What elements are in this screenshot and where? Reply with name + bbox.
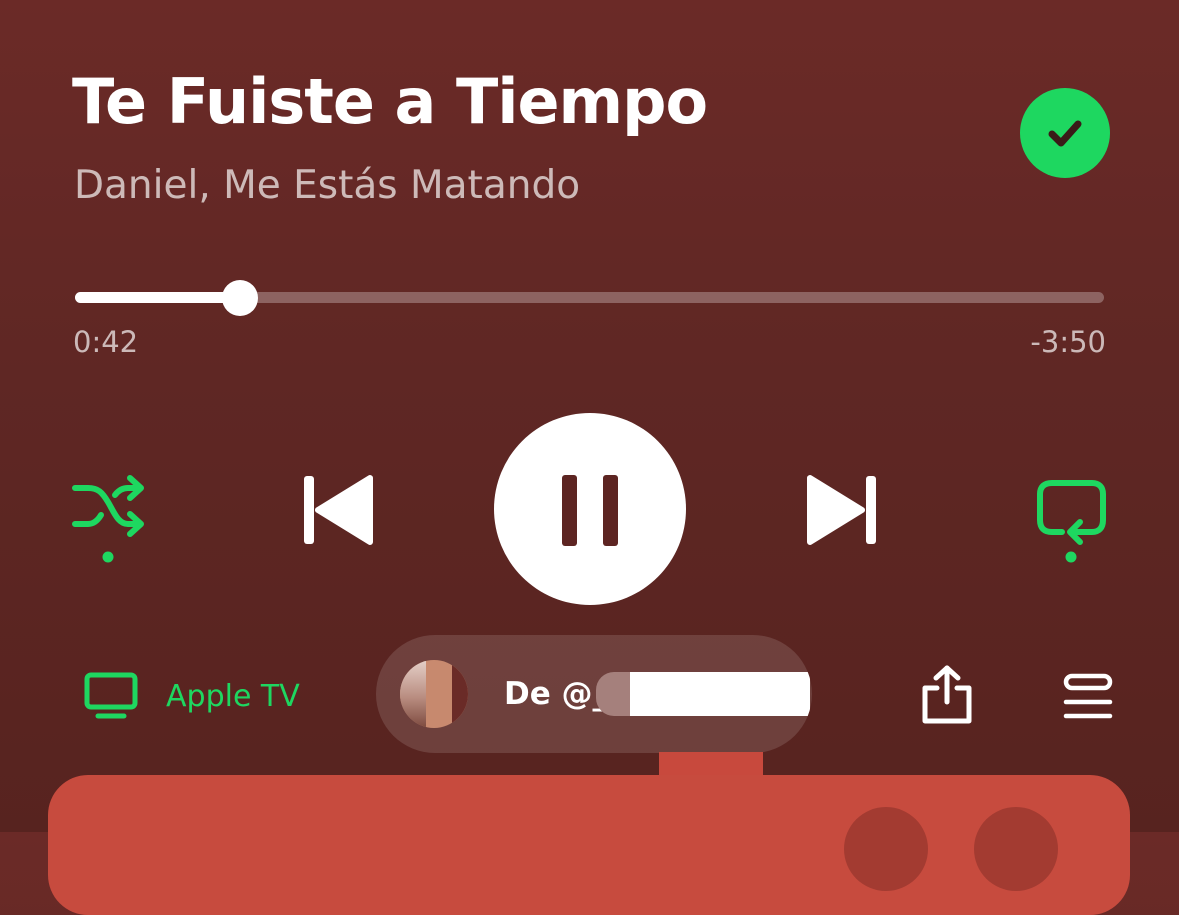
shuffle-button[interactable]	[58, 470, 158, 570]
track-title[interactable]: Te Fuiste a Tiempo	[72, 62, 708, 142]
share-button[interactable]	[918, 664, 976, 726]
remaining-time: -3:50	[1030, 325, 1106, 359]
previous-track-button[interactable]	[288, 466, 388, 556]
check-icon	[1048, 120, 1082, 147]
queue-icon	[1063, 673, 1113, 719]
lyrics-card[interactable]	[48, 775, 1130, 915]
shared-by-text: De @_	[504, 676, 609, 712]
pause-icon	[494, 413, 686, 605]
card-button-left[interactable]	[844, 807, 928, 891]
skip-next-icon	[807, 475, 876, 545]
shuffle-active-dot	[102, 551, 114, 563]
tv-icon	[84, 672, 138, 719]
repeat-button[interactable]	[1022, 470, 1122, 570]
track-artist[interactable]: Daniel, Me Estás Matando	[74, 160, 580, 212]
pause-button[interactable]	[494, 413, 686, 605]
next-track-button[interactable]	[792, 466, 892, 556]
card-button-right[interactable]	[974, 807, 1058, 891]
share-icon	[922, 665, 972, 724]
shared-by-pill[interactable]: De @_	[376, 635, 812, 753]
redacted-username	[596, 672, 810, 716]
queue-button[interactable]	[1062, 672, 1114, 722]
device-label: Apple TV	[166, 678, 300, 714]
repeat-icon	[1037, 480, 1106, 563]
skip-previous-icon	[304, 475, 373, 545]
progress-handle[interactable]	[221, 279, 258, 316]
avatar	[400, 660, 468, 728]
connect-device-button[interactable]: Apple TV	[84, 666, 300, 726]
elapsed-time: 0:42	[73, 325, 139, 359]
progress-bar[interactable]	[75, 279, 1104, 316]
shuffle-icon	[72, 475, 144, 563]
added-to-library-button[interactable]	[1020, 88, 1110, 178]
progress-fill	[75, 292, 240, 303]
repeat-active-dot	[1065, 551, 1077, 563]
